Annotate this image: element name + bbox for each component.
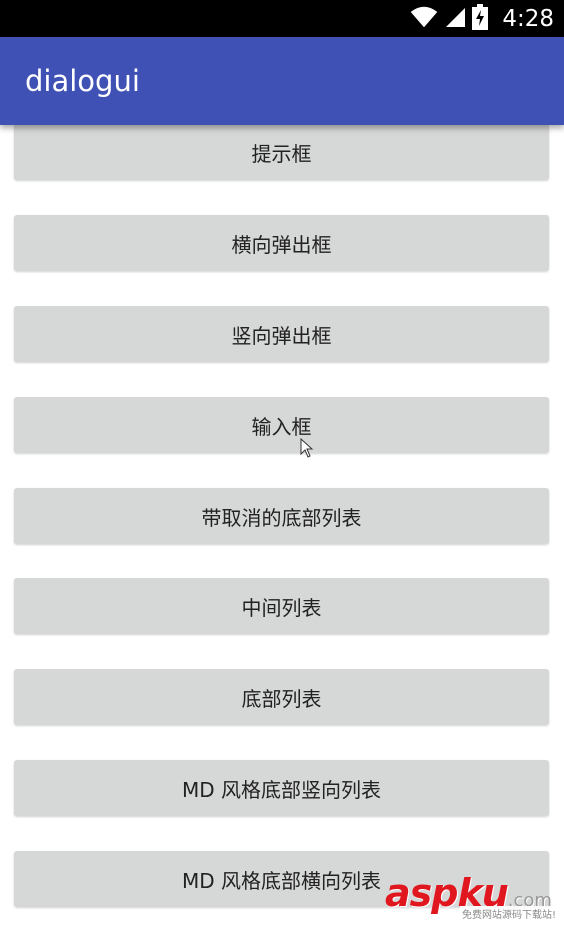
watermark-tagline: 免费网站源码下载站! [459, 906, 558, 921]
bottom-list-button[interactable]: 底部列表 [14, 669, 549, 725]
mouse-cursor-icon [300, 437, 314, 462]
status-icons: 4:28 [410, 0, 554, 37]
app-bar: dialogui [0, 37, 564, 125]
battery-charging-icon [472, 3, 489, 34]
status-time: 4:28 [502, 5, 554, 32]
watermark-logo: aspku.com 免费网站源码下载站! [385, 873, 560, 921]
prompt-dialog-button[interactable]: 提示框 [14, 125, 549, 180]
signal-icon [444, 6, 466, 32]
watermark-brand-left: asp [385, 871, 458, 915]
app-title: dialogui [25, 64, 140, 98]
status-bar: 4:28 [0, 0, 564, 37]
vertical-dialog-button[interactable]: 竖向弹出框 [14, 306, 549, 362]
input-dialog-button[interactable]: 输入框 [14, 397, 549, 453]
horizontal-dialog-button[interactable]: 横向弹出框 [14, 215, 549, 271]
button-list: 提示框 横向弹出框 竖向弹出框 输入框 带取消的底部列表 中间列表 底部列表 M… [0, 125, 564, 925]
center-list-button[interactable]: 中间列表 [14, 578, 549, 634]
bottom-list-with-cancel-button[interactable]: 带取消的底部列表 [14, 488, 549, 544]
md-bottom-vertical-list-button[interactable]: MD 风格底部竖向列表 [14, 760, 549, 816]
wifi-icon [410, 6, 438, 32]
